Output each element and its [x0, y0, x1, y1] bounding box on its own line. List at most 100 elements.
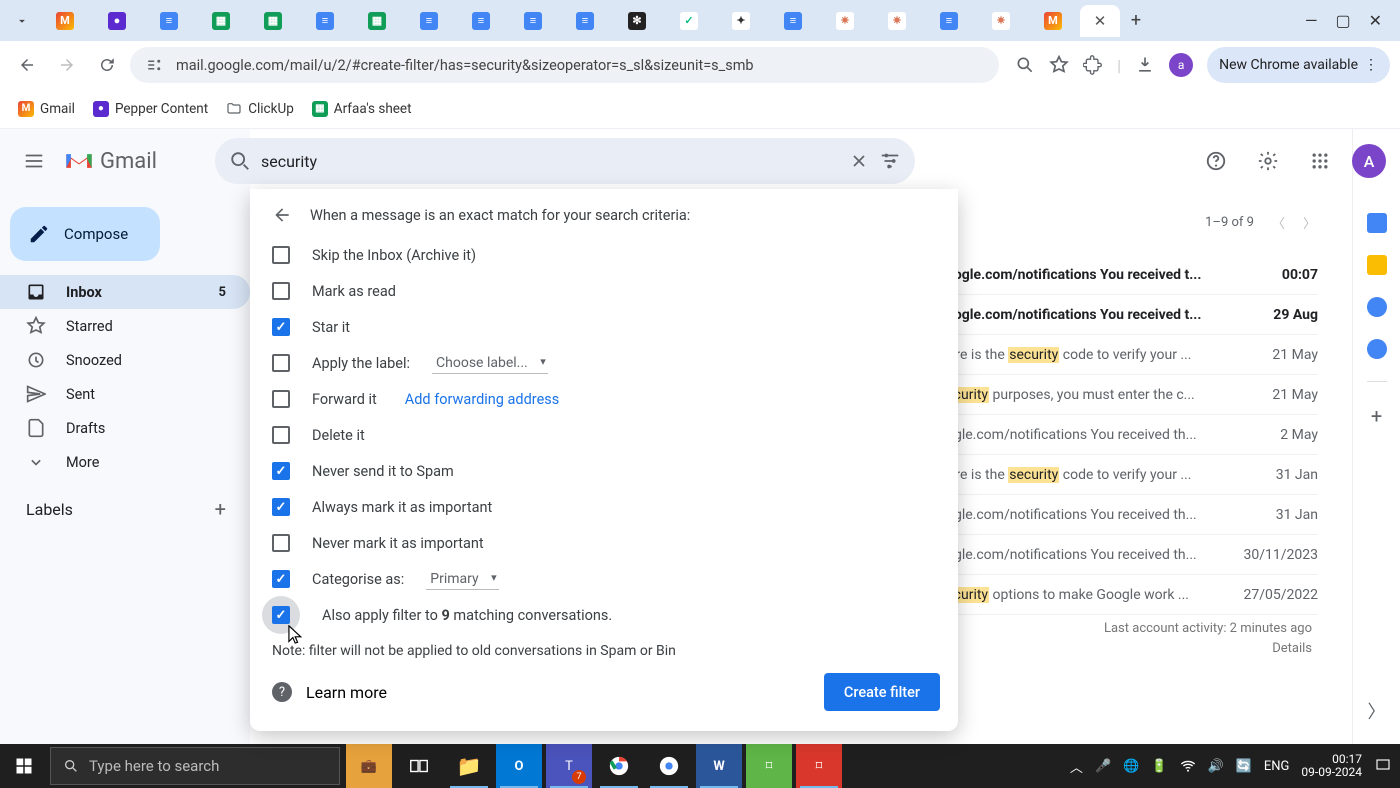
compose-button[interactable]: Compose — [10, 207, 160, 261]
bookmark-pepper[interactable]: ●Pepper Content — [93, 101, 208, 117]
taskbar-word[interactable]: W — [696, 744, 742, 788]
taskbar-explorer[interactable]: 📁 — [446, 744, 492, 788]
tab-sheet-1[interactable]: ▦ — [196, 5, 246, 37]
window-maximize-icon[interactable]: ▢ — [1335, 11, 1350, 30]
contacts-addon-icon[interactable] — [1367, 339, 1387, 359]
checkbox-apply-label[interactable] — [272, 354, 290, 372]
mail-row[interactable]: oogle.com/notifications You received th.… — [938, 535, 1318, 575]
reload-button[interactable] — [90, 48, 124, 82]
account-avatar[interactable]: A — [1352, 144, 1386, 178]
add-label-icon[interactable]: + — [215, 497, 226, 521]
tab-gmail[interactable]: M — [40, 5, 90, 37]
calendar-addon-icon[interactable] — [1367, 213, 1387, 233]
add-forwarding-link[interactable]: Add forwarding address — [405, 391, 559, 408]
tray-chevron-icon[interactable]: ︿ — [1070, 757, 1083, 776]
tab-claude-1[interactable]: ✷ — [820, 5, 870, 37]
tab-claude-2[interactable]: ✷ — [872, 5, 922, 37]
tasks-addon-icon[interactable] — [1367, 297, 1387, 317]
downloads-icon[interactable] — [1135, 55, 1155, 75]
sidebar-item-snoozed[interactable]: Snoozed — [0, 343, 250, 377]
back-arrow-icon[interactable] — [272, 205, 292, 225]
taskbar-taskview[interactable] — [396, 744, 442, 788]
sidebar-item-inbox[interactable]: Inbox 5 — [0, 275, 250, 309]
mail-row[interactable]: Here is the security code to verify your… — [938, 455, 1318, 495]
taskbar-teams[interactable]: T7 — [546, 744, 592, 788]
mail-row[interactable]: google.com/notifications You received t.… — [938, 295, 1318, 335]
tray-battery-icon[interactable]: 🔋 — [1151, 759, 1167, 774]
tray-lang[interactable]: ENG — [1264, 759, 1290, 774]
start-button[interactable] — [0, 744, 48, 788]
checkbox-never-spam[interactable] — [272, 462, 290, 480]
checkbox-mark-important[interactable] — [272, 498, 290, 516]
tray-volume-icon[interactable]: 🔊 — [1208, 759, 1224, 774]
tab-doc-6[interactable]: ≡ — [560, 5, 610, 37]
taskbar-briefcase[interactable]: 💼 — [346, 744, 392, 788]
learn-more-link[interactable]: Learn more — [306, 683, 387, 702]
gmail-logo[interactable]: Gmail — [64, 149, 157, 174]
extensions-icon[interactable] — [1083, 55, 1103, 75]
details-link[interactable]: Details — [1104, 639, 1312, 659]
address-bar[interactable]: mail.google.com/mail/u/2/#create-filter/… — [130, 47, 999, 83]
tray-notifications-icon[interactable] — [1374, 757, 1392, 775]
checkbox-delete[interactable] — [272, 426, 290, 444]
bookmark-star-icon[interactable] — [1049, 55, 1069, 75]
tab-gmail-2[interactable]: M — [1028, 5, 1078, 37]
tab-chatgpt[interactable]: ✦ — [716, 5, 766, 37]
tray-sync-icon[interactable]: 🔄 — [1236, 759, 1252, 774]
taskbar-camtasia-2[interactable]: ⌑ — [796, 744, 842, 788]
get-addons-icon[interactable]: + — [1371, 404, 1382, 428]
mail-row[interactable]: security options to make Google work ...… — [938, 575, 1318, 615]
create-filter-button[interactable]: Create filter — [824, 673, 940, 711]
taskbar-camtasia-1[interactable]: ⌑ — [746, 744, 792, 788]
tray-clock[interactable]: 00:17 09-09-2024 — [1301, 753, 1362, 779]
taskbar-outlook[interactable]: O — [496, 744, 542, 788]
checkbox-forward[interactable] — [272, 390, 290, 408]
checkbox-mark-read[interactable] — [272, 282, 290, 300]
tab-doc-3[interactable]: ≡ — [404, 5, 454, 37]
checkbox-also-apply[interactable] — [272, 606, 290, 624]
zoom-icon[interactable] — [1015, 55, 1035, 75]
tab-list-button[interactable] — [8, 7, 36, 35]
mail-row[interactable]: google.com/notifications You received t.… — [938, 255, 1318, 295]
tab-active[interactable]: ✕ — [1080, 5, 1120, 37]
mail-row[interactable]: oogle.com/notifications You received th.… — [938, 415, 1318, 455]
tray-wifi-icon[interactable] — [1180, 758, 1196, 774]
profile-avatar[interactable]: a — [1169, 53, 1193, 77]
tab-sheet-2[interactable]: ▦ — [248, 5, 298, 37]
category-dropdown[interactable]: Primary — [426, 569, 498, 590]
mail-row[interactable]: oogle.com/notifications You received th.… — [938, 495, 1318, 535]
sidebar-item-drafts[interactable]: Drafts — [0, 411, 250, 445]
tab-doc-7[interactable]: ≡ — [768, 5, 818, 37]
checkbox-categorise[interactable] — [272, 570, 290, 588]
tray-weather-icon[interactable]: 🌐 — [1123, 759, 1139, 774]
tab-doc-1[interactable]: ≡ — [144, 5, 194, 37]
new-chrome-pill[interactable]: New Chrome available ⋮ — [1207, 47, 1390, 83]
forward-button[interactable] — [50, 48, 84, 82]
taskbar-search[interactable]: Type here to search — [50, 747, 340, 785]
sidebar-item-starred[interactable]: Starred — [0, 309, 250, 343]
tab-pepper[interactable]: ● — [92, 5, 142, 37]
side-panel-toggle-icon[interactable]: 〉 — [1368, 698, 1386, 724]
tab-doc-4[interactable]: ≡ — [456, 5, 506, 37]
next-page-icon[interactable]: 〉 — [1303, 213, 1316, 232]
tab-other-1[interactable]: ✼ — [612, 5, 662, 37]
checkbox-star-it[interactable] — [272, 318, 290, 336]
tab-doc-8[interactable]: ≡ — [924, 5, 974, 37]
mail-row[interactable]: Here is the security code to verify your… — [938, 335, 1318, 375]
main-menu-button[interactable] — [14, 141, 54, 181]
tab-doc-2[interactable]: ≡ — [300, 5, 350, 37]
window-minimize-icon[interactable]: — — [1305, 11, 1318, 30]
tab-doc-5[interactable]: ≡ — [508, 5, 558, 37]
prev-page-icon[interactable]: 〈 — [1272, 213, 1285, 232]
bookmark-clickup[interactable]: ClickUp — [226, 101, 294, 117]
tray-mic-icon[interactable]: 🎤 — [1095, 759, 1111, 774]
label-dropdown[interactable]: Choose label... — [432, 353, 548, 374]
tab-claude-3[interactable]: ✷ — [976, 5, 1026, 37]
taskbar-chrome-1[interactable] — [596, 744, 642, 788]
new-tab-button[interactable]: + — [1122, 5, 1150, 37]
tab-check[interactable]: ✓ — [664, 5, 714, 37]
keep-addon-icon[interactable] — [1367, 255, 1387, 275]
bookmark-gmail[interactable]: MGmail — [18, 101, 75, 117]
bookmark-sheet[interactable]: ▦Arfaa's sheet — [312, 101, 412, 117]
back-button[interactable] — [10, 48, 44, 82]
